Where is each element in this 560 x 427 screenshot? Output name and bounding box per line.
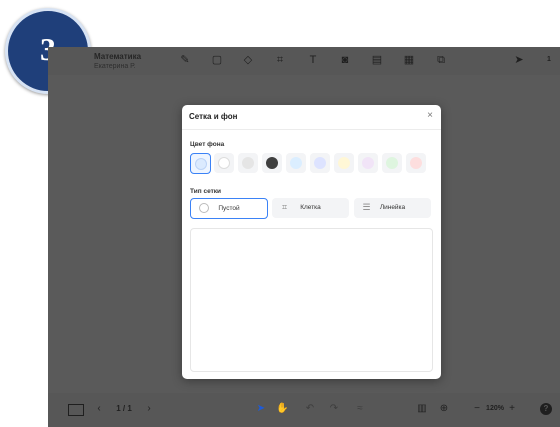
document-owner: Екатерина Р. <box>94 63 136 70</box>
camera-icon[interactable]: ◙ <box>338 53 352 67</box>
clear-icon[interactable]: ≈ <box>354 402 366 416</box>
color-swatch[interactable] <box>382 153 402 173</box>
background-preview <box>190 228 433 372</box>
panel-toggle-icon[interactable] <box>68 404 84 416</box>
table-icon[interactable]: ▦ <box>402 53 416 67</box>
pencil-icon[interactable]: ✎ <box>178 53 192 67</box>
next-page-icon[interactable]: › <box>144 402 154 416</box>
sticky-note-icon[interactable]: ▢ <box>210 53 224 67</box>
color-swatch[interactable] <box>310 153 330 173</box>
zoom-out-icon[interactable]: − <box>472 402 482 416</box>
map-icon[interactable]: ▥ <box>416 402 428 416</box>
color-swatch[interactable] <box>334 153 354 173</box>
grid-option-label: Линейка <box>379 204 406 211</box>
document-title: Математика <box>94 52 142 61</box>
color-swatch[interactable] <box>190 153 211 174</box>
color-swatch[interactable] <box>238 153 258 173</box>
color-swatch[interactable] <box>406 153 426 173</box>
zoom-in-icon[interactable]: + <box>507 402 517 416</box>
prev-page-icon[interactable]: ‹ <box>94 402 104 416</box>
close-icon[interactable]: × <box>427 110 433 121</box>
text-icon[interactable]: T <box>306 53 320 67</box>
grid-option-label: Клетка <box>300 204 321 211</box>
color-swatch[interactable] <box>358 153 378 173</box>
participants-count: 1 <box>547 56 551 63</box>
undo-icon[interactable]: ↶ <box>304 402 316 416</box>
top-toolbar: Математика Екатерина Р. ✎ ▢ ◇ ⌗ T ◙ ▤ ▦ … <box>48 47 560 75</box>
color-swatch[interactable] <box>214 153 234 173</box>
locate-icon[interactable]: ⊕ <box>438 402 450 416</box>
hand-pan-icon[interactable]: ✋ <box>276 402 288 416</box>
color-swatch[interactable] <box>262 153 282 173</box>
grid-option-cells[interactable]: ⌗ Клетка <box>272 198 349 218</box>
comment-icon[interactable]: ▤ <box>370 53 384 67</box>
bottom-toolbar: ‹ 1 / 1 › ➤ ✋ ↶ ↷ ≈ ▥ ⊕ − 120% + ? <box>48 393 560 427</box>
zoom-level: 120% <box>486 405 504 412</box>
divider <box>182 129 441 130</box>
color-swatch[interactable] <box>286 153 306 173</box>
redo-icon[interactable]: ↷ <box>328 402 340 416</box>
grid-option-label: Пустой <box>218 205 240 212</box>
shapes-icon[interactable]: ◇ <box>241 53 255 67</box>
grid-option-lines[interactable]: ☰ Линейка <box>354 198 431 218</box>
cursor-share-icon[interactable]: ➤ <box>512 53 526 67</box>
grid-and-background-dialog: Сетка и фон × Цвет фона Тип сетки Пустой… <box>182 105 441 379</box>
frame-icon[interactable]: ⌗ <box>273 53 287 67</box>
dialog-title: Сетка и фон <box>189 112 238 121</box>
select-pointer-icon[interactable]: ➤ <box>255 402 267 416</box>
page-indicator: 1 / 1 <box>116 404 132 413</box>
background-color-label: Цвет фона <box>190 141 225 148</box>
document-title-block[interactable]: Математика Екатерина Р. <box>94 52 141 72</box>
layers-icon[interactable]: ⧉ <box>434 53 448 67</box>
help-icon[interactable]: ? <box>540 403 552 415</box>
grid-option-empty[interactable]: Пустой <box>190 198 268 219</box>
grid-type-label: Тип сетки <box>190 188 222 195</box>
